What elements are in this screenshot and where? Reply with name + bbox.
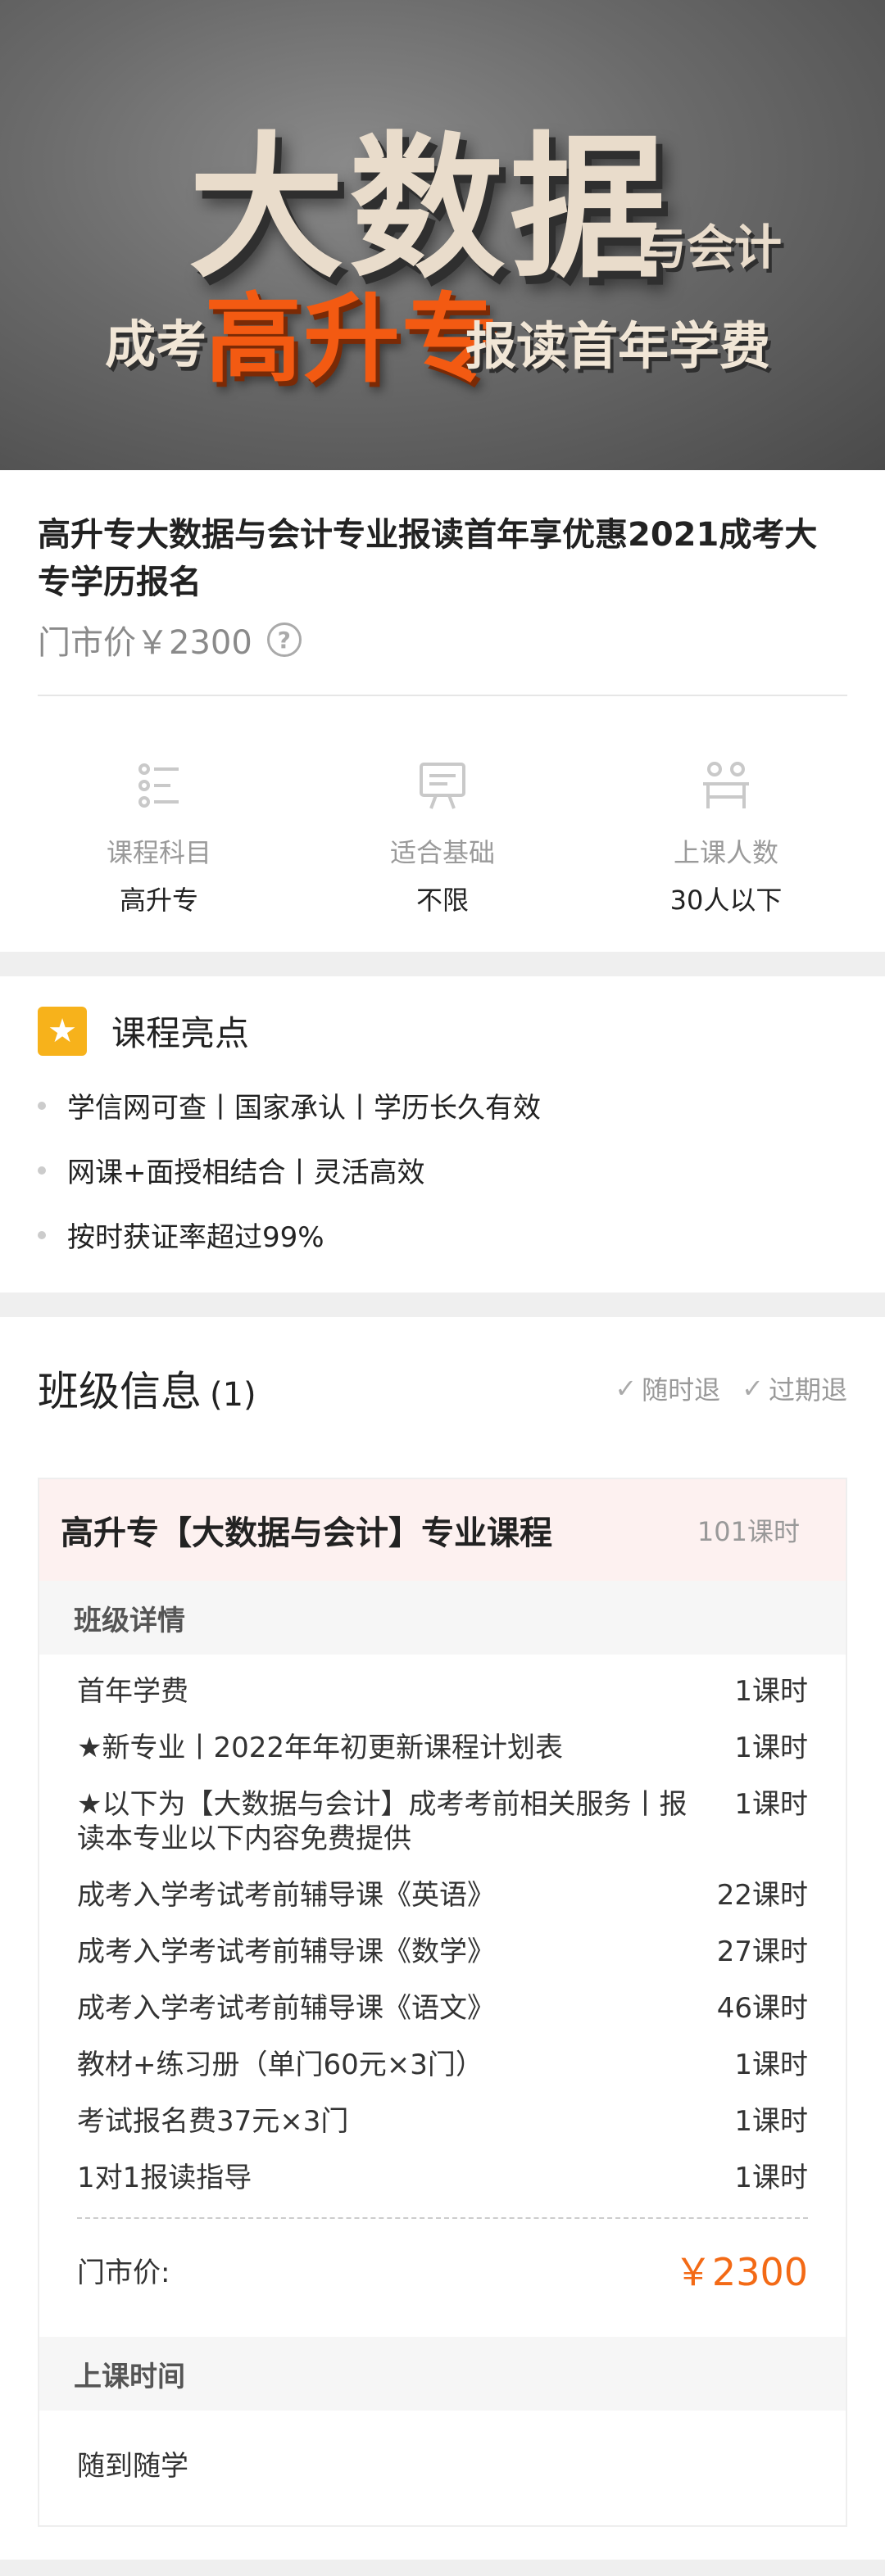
list-price: 门市价￥2300 (38, 624, 252, 662)
class-info-title-text: 班级信息 (38, 1368, 202, 1415)
highlight-text: 学信网可查丨国家承认丨学历长久有效 (67, 1092, 541, 1125)
time-value: 随到随学 (77, 2450, 188, 2483)
course-card[interactable]: 高升专【大数据与会计】专业课程 101课时 班级详情 首年学费 1课时 ★新专业丨… (38, 1478, 847, 2527)
item-hours: 1课时 (734, 1788, 808, 1821)
item-name: 考试报名费37元×3门 (77, 2105, 349, 2138)
item-hours: 1课时 (734, 2049, 808, 2081)
course-item: 成考入学考试考前辅导课《语文》 46课时 (77, 1991, 808, 2026)
highlight-text: 按时获证率超过99% (67, 1221, 324, 1254)
highlights-title: 课程亮点 (111, 1013, 250, 1053)
bullet-dot (38, 1230, 46, 1239)
item-hours: 22课时 (716, 1879, 808, 1912)
course-item: ★新专业丨2022年年初更新课程计划表 1课时 (77, 1731, 808, 1765)
highlight-text: 网课+面授相结合丨灵活高效 (67, 1157, 425, 1189)
board-icon (344, 757, 541, 814)
course-item: 成考入学考试考前辅导课《英语》 22课时 (77, 1878, 808, 1913)
course-stats: 课程科目 高升专 适合基础 不限 上课人数 30人以下 (38, 696, 847, 917)
item-hours: 1课时 (734, 1732, 808, 1764)
tag-refund-expired: ✓ 过期退 (742, 1369, 847, 1407)
list-item: 学信网可查丨国家承认丨学历长久有效 (38, 1085, 847, 1125)
item-hours: 46课时 (716, 1992, 808, 2025)
stat-label: 适合基础 (389, 837, 495, 868)
hero-title-orange: 高升专 (205, 283, 501, 396)
stat-value: 高升专 (119, 885, 198, 916)
class-info-title: 班级信息 (1) (38, 1359, 256, 1418)
item-name: 成考入学考试考前辅导课《语文》 (77, 1992, 495, 2025)
product-info-card: 高升专大数据与会计专业报读首年享优惠2021成考大专学历报名 门市价￥2300 … (0, 470, 885, 952)
bullet-dot (38, 1101, 46, 1110)
check-icon: ✓ (615, 1373, 638, 1404)
stat-class-size: 上课人数 30人以下 (628, 757, 824, 917)
details-label: 班级详情 (39, 1581, 846, 1655)
people-icon (628, 757, 824, 814)
time-label: 上课时间 (39, 2337, 846, 2411)
course-item: 成考入学考试考前辅导课《数学》 27课时 (77, 1935, 808, 1969)
check-icon: ✓ (742, 1373, 764, 1404)
item-name: 1对1报读指导 (77, 2162, 252, 2194)
highlights-header: ★ 课程亮点 (38, 1006, 847, 1056)
item-hours: 1课时 (734, 1675, 808, 1708)
item-name: ★新专业丨2022年年初更新课程计划表 (77, 1732, 564, 1764)
bullet-dot (38, 1166, 46, 1175)
course-hours: 101课时 (697, 1516, 800, 1547)
total-row: 门市价: ￥2300 (77, 2219, 808, 2320)
section-gap (0, 1293, 885, 1317)
hero-banner: 大数据 与会计 成考 高升专 报读首年学费 (0, 0, 885, 470)
star-icon: ★ (38, 1006, 87, 1056)
class-info-section: 班级信息 (1) ✓ 随时退 ✓ 过期退 高升专【大数据与会计】专业课程 101课时 … (0, 1317, 885, 2560)
item-name: ★以下为【大数据与会计】成考考前相关服务丨报读本专业以下内容免费提供 (77, 1788, 688, 1855)
item-name: 首年学费 (77, 1675, 188, 1708)
stat-label: 上课人数 (673, 837, 778, 868)
highlights-section: ★ 课程亮点 学信网可查丨国家承认丨学历长久有效 网课+面授相结合丨灵活高效 按… (0, 976, 885, 1293)
list-item: 按时获证率超过99% (38, 1215, 847, 1255)
course-name: 高升专【大数据与会计】专业课程 (61, 1514, 552, 1552)
item-hours: 1课时 (734, 2162, 808, 2194)
item-name: 教材+练习册（单门60元×3门） (77, 2049, 483, 2081)
course-item: 考试报名费37元×3门 1课时 (77, 2104, 808, 2139)
hero-title-small: 与会计 (639, 220, 783, 275)
course-items: 首年学费 1课时 ★新专业丨2022年年初更新课程计划表 1课时 ★以下为【大数据与… (39, 1655, 846, 2337)
item-name: 成考入学考试考前辅导课《数学》 (77, 1935, 495, 1968)
section-gap (0, 952, 885, 976)
help-icon[interactable]: ? (266, 622, 302, 657)
class-count: (1) (210, 1376, 256, 1414)
course-item: ★以下为【大数据与会计】成考考前相关服务丨报读本专业以下内容免费提供 1课时 (77, 1787, 808, 1856)
list-item: 网课+面授相结合丨灵活高效 (38, 1150, 847, 1190)
price-row: 门市价￥2300 ? (38, 616, 847, 663)
stat-label: 课程科目 (106, 837, 211, 868)
hero-text-left: 成考 (105, 315, 207, 374)
item-hours: 1课时 (734, 2105, 808, 2138)
stat-value: 不限 (415, 885, 469, 916)
course-header[interactable]: 高升专【大数据与会计】专业课程 101课时 (39, 1479, 846, 1581)
total-amount: ￥2300 (674, 2250, 808, 2294)
product-title: 高升专大数据与会计专业报读首年享优惠2021成考大专学历报名 (38, 516, 818, 601)
class-info-header: 班级信息 (1) ✓ 随时退 ✓ 过期退 (38, 1345, 847, 1432)
stat-value: 30人以下 (669, 885, 783, 916)
item-hours: 27课时 (716, 1935, 808, 1968)
hero-text-right: 报读首年学费 (465, 316, 771, 376)
course-item: 教材+练习册（单门60元×3门） 1课时 (77, 2048, 808, 2082)
refund-tags: ✓ 随时退 ✓ 过期退 (593, 1369, 847, 1407)
list-icon (61, 757, 257, 814)
tag-refund-anytime: ✓ 随时退 (615, 1369, 720, 1407)
tag-label: 过期退 (768, 1374, 847, 1406)
item-name: 成考入学考试考前辅导课《英语》 (77, 1879, 495, 1912)
highlights-list: 学信网可查丨国家承认丨学历长久有效 网课+面授相结合丨灵活高效 按时获证率超过9… (38, 1085, 847, 1255)
total-label: 门市价: (77, 2256, 170, 2289)
stat-subject: 课程科目 高升专 (61, 757, 257, 917)
course-item: 首年学费 1课时 (77, 1674, 808, 1709)
tag-label: 随时退 (642, 1374, 721, 1406)
stat-level: 适合基础 不限 (344, 757, 541, 917)
course-item: 1对1报读指导 1课时 (77, 2161, 808, 2195)
